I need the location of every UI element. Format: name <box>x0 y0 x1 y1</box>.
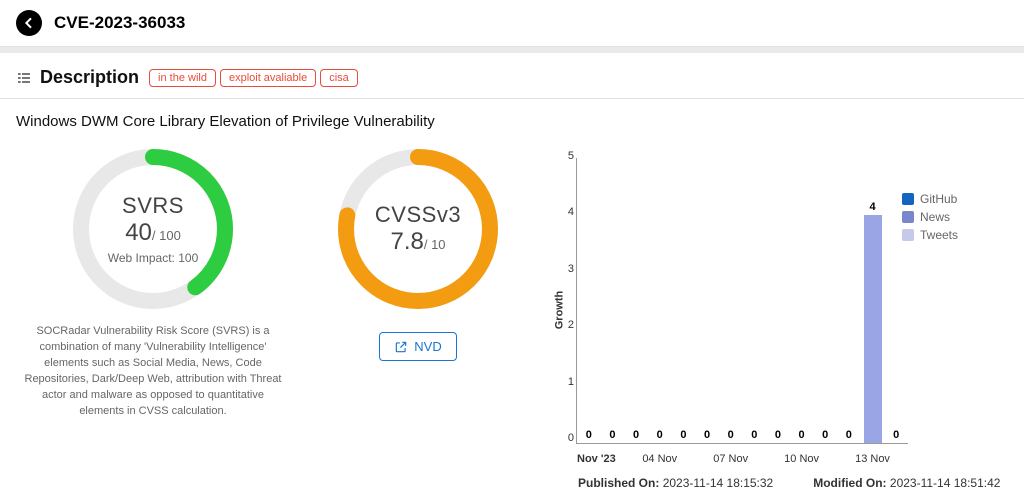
y-tick: 3 <box>556 263 574 275</box>
bar-slot: 0 <box>577 158 601 443</box>
bar-value-label: 0 <box>751 429 757 441</box>
bar-slot: 0 <box>624 158 648 443</box>
bar-slot: 0 <box>648 158 672 443</box>
bar-value-label: 0 <box>586 429 592 441</box>
bar-slot: 0 <box>790 158 814 443</box>
legend-swatch <box>902 193 914 205</box>
nvd-button[interactable]: NVD <box>379 332 456 361</box>
published-value: 2023-11-14 18:15:32 <box>663 476 774 490</box>
cvss-value: 7.8 <box>390 228 423 255</box>
cvss-max: / 10 <box>424 237 446 252</box>
svrs-value: 40 <box>125 219 152 246</box>
meta-row: Published On: 2023-11-14 18:15:32 Modifi… <box>538 476 1008 490</box>
section-title: Description <box>40 67 139 88</box>
bar-value-label: 0 <box>609 429 615 441</box>
svrs-gauge: SVRS 40/ 100 Web Impact: 100 <box>68 144 238 314</box>
cvss-label: CVSSv3 <box>375 202 461 228</box>
nvd-button-label: NVD <box>414 339 441 354</box>
chart-legend: GitHub News Tweets <box>902 192 958 246</box>
modified-value: 2023-11-14 18:51:42 <box>890 476 1001 490</box>
bar-slot: 0 <box>672 158 696 443</box>
x-tick: 07 Nov <box>695 453 766 465</box>
top-bar: CVE-2023-36033 <box>0 0 1024 47</box>
legend-item: GitHub <box>902 192 958 206</box>
page-title: CVE-2023-36033 <box>54 13 185 33</box>
bar-slot: 4 <box>861 158 885 443</box>
legend-swatch <box>902 211 914 223</box>
legend-item: News <box>902 210 958 224</box>
section-header: Description in the wildexploit avaliable… <box>0 53 1024 99</box>
bar <box>864 215 882 443</box>
status-tag: cisa <box>320 69 358 87</box>
bar-slot: 0 <box>695 158 719 443</box>
status-tag: exploit avaliable <box>220 69 316 87</box>
bar-value-label: 0 <box>657 429 663 441</box>
bar-value-label: 0 <box>893 429 899 441</box>
y-tick: 4 <box>556 206 574 218</box>
y-tick: 2 <box>556 319 574 331</box>
legend-label: Tweets <box>920 228 958 242</box>
bar-value-label: 0 <box>846 429 852 441</box>
x-tick: 13 Nov <box>837 453 908 465</box>
bar-slot: 0 <box>719 158 743 443</box>
svrs-max: / 100 <box>152 228 181 243</box>
bar-slot: 0 <box>837 158 861 443</box>
list-icon <box>16 70 32 86</box>
legend-swatch <box>902 229 914 241</box>
bar-value-label: 0 <box>633 429 639 441</box>
bar-value-label: 0 <box>799 429 805 441</box>
bar-slot: 0 <box>766 158 790 443</box>
bar-slot: 0 <box>601 158 625 443</box>
svrs-label: SVRS <box>122 193 184 219</box>
svrs-sub: Web Impact: 100 <box>108 251 199 265</box>
bar-value-label: 0 <box>822 429 828 441</box>
external-link-icon <box>394 340 408 354</box>
legend-label: GitHub <box>920 192 957 206</box>
cvss-gauge: CVSSv3 7.8/ 10 <box>333 144 503 314</box>
legend-label: News <box>920 210 950 224</box>
back-button[interactable] <box>16 10 42 36</box>
legend-item: Tweets <box>902 228 958 242</box>
vuln-short-description: Windows DWM Core Library Elevation of Pr… <box>0 99 1024 134</box>
bar-value-label: 0 <box>704 429 710 441</box>
x-tick: Nov '23 <box>577 453 624 465</box>
x-tick: 10 Nov <box>766 453 837 465</box>
bar-value-label: 0 <box>680 429 686 441</box>
published-label: Published On: <box>578 476 659 490</box>
bar-value-label: 4 <box>869 201 875 213</box>
bar-slot: 0 <box>813 158 837 443</box>
bar-value-label: 0 <box>775 429 781 441</box>
modified-label: Modified On: <box>813 476 886 490</box>
bar-value-label: 0 <box>728 429 734 441</box>
y-tick: 5 <box>556 150 574 162</box>
growth-chart: Growth 543210 00000000000040 Nov '2304 N… <box>538 150 1008 470</box>
bar-slot: 0 <box>742 158 766 443</box>
x-tick: 04 Nov <box>624 453 695 465</box>
svrs-description: SOCRadar Vulnerability Risk Score (SVRS)… <box>8 314 298 420</box>
y-tick: 0 <box>556 432 574 444</box>
y-tick: 1 <box>556 376 574 388</box>
status-tag: in the wild <box>149 69 216 87</box>
arrow-left-icon <box>21 15 37 31</box>
